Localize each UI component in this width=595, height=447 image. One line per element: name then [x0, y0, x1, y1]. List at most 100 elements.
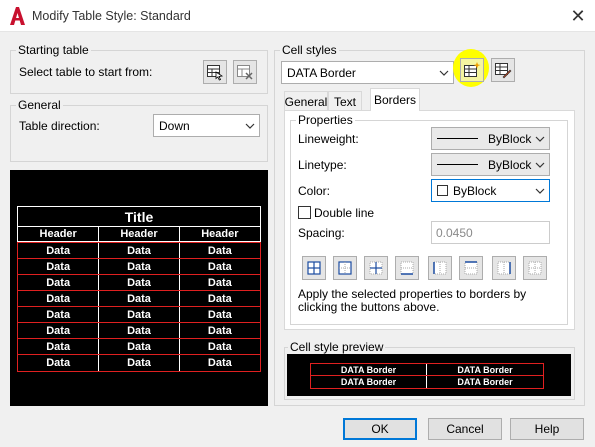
- color-swatch: [437, 185, 448, 196]
- create-cell-style-button[interactable]: [460, 58, 484, 82]
- outside-borders-icon: [338, 261, 352, 275]
- preview-data-cell: Data: [99, 275, 180, 290]
- chevron-down-icon: [531, 180, 549, 201]
- left-border-button[interactable]: [428, 256, 452, 280]
- spacing-input[interactable]: 0.0450: [431, 221, 550, 244]
- preview-data-cell: Data: [99, 307, 180, 322]
- window-title: Modify Table Style: Standard: [32, 9, 191, 23]
- preview-title-cell: Title: [124, 208, 154, 225]
- cell-style-preview-row: DATA Border DATA Border: [311, 376, 543, 388]
- preview-data-cell: Data: [207, 244, 232, 257]
- double-line-label: Double line: [314, 206, 375, 220]
- line-sample: [437, 164, 479, 165]
- inside-borders-icon: [369, 261, 383, 275]
- preview-data-cell: Data: [99, 259, 180, 274]
- select-table-prompt: Select table to start from:: [19, 65, 153, 79]
- color-value: ByBlock: [453, 183, 497, 198]
- cell-style-preview-cell: DATA Border: [457, 377, 513, 387]
- cell-style-dropdown[interactable]: DATA Border: [281, 61, 454, 84]
- preview-data-row: Data Data Data: [18, 339, 260, 355]
- preview-data-cell: Data: [99, 323, 180, 338]
- chevron-down-icon: [241, 115, 259, 136]
- borders-help-text: Apply the selected properties to borders…: [298, 287, 527, 314]
- linetype-label: Linetype:: [298, 158, 347, 172]
- bottom-border-icon: [400, 261, 414, 275]
- preview-data-cell: Data: [18, 339, 100, 354]
- lineweight-dropdown[interactable]: ByBlock: [431, 127, 550, 150]
- remove-table-button[interactable]: [233, 60, 257, 84]
- preview-data-cell: Data: [18, 323, 100, 338]
- manage-cell-styles-button[interactable]: [491, 58, 515, 82]
- preview-title-row: Title: [18, 207, 260, 227]
- chevron-down-icon: [531, 128, 549, 149]
- preview-data-cell: Data: [207, 292, 232, 305]
- tab-borders[interactable]: Borders: [370, 88, 420, 111]
- line-sample: [437, 138, 479, 139]
- preview-data-cell: Data: [207, 260, 232, 273]
- cell-style-preview-table: DATA Border DATA Border DATA Border DATA Bo…: [310, 363, 544, 389]
- right-border-icon: [497, 261, 511, 275]
- no-border-icon: [528, 261, 542, 275]
- table-direction-value: Down: [159, 118, 190, 133]
- cell-style-preview-cell: DATA Border: [457, 364, 513, 375]
- cell-style-preview-row: DATA Border DATA Border: [311, 364, 543, 376]
- preview-data-cell: Data: [18, 355, 100, 371]
- color-label: Color:: [298, 184, 331, 198]
- select-table-icon: [207, 65, 224, 81]
- double-line-checkbox[interactable]: [298, 206, 311, 219]
- table-direction-dropdown[interactable]: Down: [153, 114, 260, 137]
- preview-data-row: Data Data Data: [18, 243, 260, 259]
- linetype-value: ByBlock: [488, 157, 532, 172]
- ok-button[interactable]: OK: [343, 418, 417, 440]
- preview-data-cell: Data: [18, 307, 100, 322]
- preview-data-rows: Data Data Data Data Data Data Data Data Data Data…: [17, 242, 261, 372]
- chevron-down-icon: [435, 62, 453, 83]
- preview-data-cell: Data: [99, 339, 180, 354]
- linetype-dropdown[interactable]: ByBlock: [431, 153, 550, 176]
- help-button[interactable]: Help: [510, 418, 584, 440]
- cancel-button[interactable]: Cancel: [428, 418, 502, 440]
- top-border-icon: [464, 261, 478, 275]
- preview-data-row: Data Data Data: [18, 323, 260, 339]
- preview-data-cell: Data: [207, 340, 232, 353]
- preview-data-cell: Data: [207, 357, 232, 369]
- general-label: General: [16, 98, 63, 112]
- preview-data-row: Data Data Data: [18, 291, 260, 307]
- preview-header-cell: Header: [18, 227, 100, 241]
- no-border-button[interactable]: [523, 256, 547, 280]
- cell-style-value: DATA Border: [287, 65, 356, 80]
- starting-table-label: Starting table: [16, 43, 91, 57]
- close-button[interactable]: ✕: [565, 4, 591, 28]
- preview-data-cell: Data: [99, 243, 180, 258]
- lineweight-label: Lineweight:: [298, 132, 359, 146]
- cell-styles-label: Cell styles: [280, 43, 339, 57]
- top-border-button[interactable]: [459, 256, 483, 280]
- preview-data-row: Data Data Data: [18, 275, 260, 291]
- preview-data-cell: Data: [207, 308, 232, 321]
- cell-style-preview-cell: DATA Border: [311, 376, 427, 388]
- preview-header-cell: Header: [201, 228, 239, 240]
- remove-table-icon: [237, 65, 253, 80]
- right-border-button[interactable]: [492, 256, 516, 280]
- tab-general[interactable]: General: [284, 91, 328, 111]
- chevron-down-icon: [531, 154, 549, 175]
- properties-label: Properties: [296, 113, 355, 127]
- all-borders-icon: [307, 261, 321, 275]
- bottom-border-button[interactable]: [395, 256, 419, 280]
- table-direction-label: Table direction:: [19, 119, 100, 133]
- lineweight-value: ByBlock: [488, 131, 532, 146]
- cell-style-preview-label: Cell style preview: [288, 340, 386, 354]
- all-borders-button[interactable]: [302, 256, 326, 280]
- inside-borders-button[interactable]: [364, 256, 388, 280]
- color-dropdown[interactable]: ByBlock: [431, 179, 550, 202]
- tab-text[interactable]: Text: [328, 91, 362, 111]
- preview-data-cell: Data: [18, 259, 100, 274]
- preview-data-cell: Data: [18, 275, 100, 290]
- cell-style-preview-cell: DATA Border: [311, 364, 427, 375]
- select-table-button[interactable]: [203, 60, 227, 84]
- preview-header-cell: Header: [99, 227, 180, 241]
- preview-table: Title Header Header Header Data Data Data D…: [17, 206, 261, 372]
- preview-data-cell: Data: [18, 291, 100, 306]
- preview-data-row: Data Data Data: [18, 307, 260, 323]
- outside-borders-button[interactable]: [333, 256, 357, 280]
